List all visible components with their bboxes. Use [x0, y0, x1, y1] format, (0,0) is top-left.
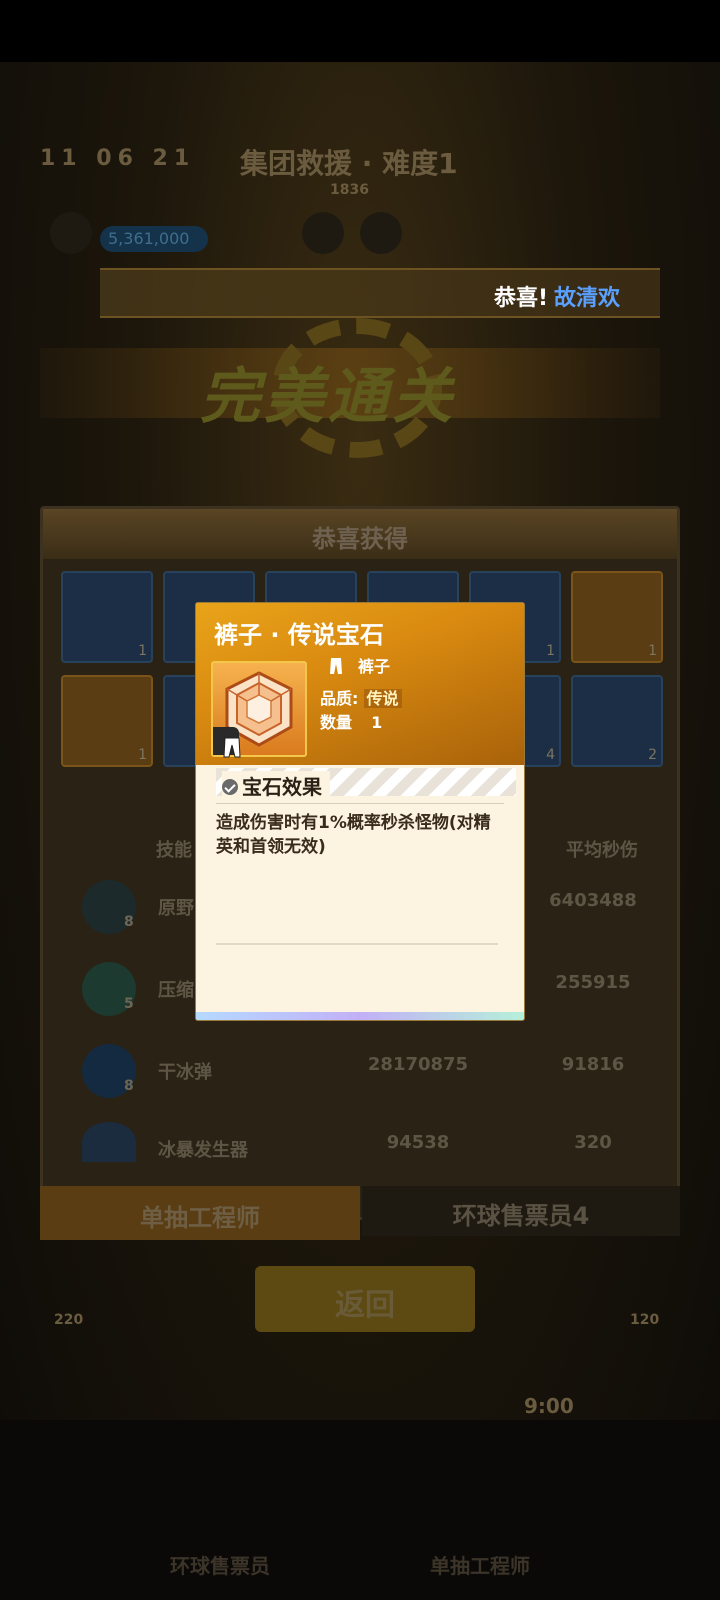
reward-item[interactable]: 1 — [61, 675, 153, 767]
quantity-label: 数量 — [320, 713, 353, 732]
pants-icon — [330, 658, 342, 674]
gem-detail-popup: 裤子 · 传说宝石 裤子 品质: 传说 数量 1 宝石效果 造成伤害时有1%概率… — [196, 603, 524, 1020]
effect-title-text: 宝石效果 — [242, 775, 322, 799]
popup-header: 裤子 · 传说宝石 裤子 品质: 传说 数量 1 — [196, 603, 524, 765]
level-title: 集团救援 · 难度1 — [240, 147, 458, 180]
tab-ticket-seller[interactable]: 环球售票员4 — [362, 1186, 680, 1236]
reward-item[interactable]: 1 — [571, 571, 663, 663]
quality-value: 传说 — [363, 689, 402, 708]
popup-footer-accent — [196, 1012, 524, 1020]
tab-engineer[interactable]: 单抽工程师 — [40, 1186, 360, 1240]
effect-title: 宝石效果 — [222, 771, 330, 800]
congrats-message: 恭喜! 故清欢 — [494, 280, 620, 312]
reward-item[interactable]: 2 — [571, 675, 663, 767]
right-side-value: 120 — [630, 1312, 660, 1328]
reward-panel-header: 恭喜获得 — [43, 509, 677, 559]
status-bar — [0, 0, 720, 62]
congrats-prefix: 恭喜! — [493, 286, 548, 311]
congrats-banner: 恭喜! 故清欢 — [100, 268, 660, 318]
divider — [216, 803, 504, 804]
level-header: 11 06 21 集团救援 · 难度1 — [40, 140, 640, 180]
character-icon — [360, 212, 402, 254]
perfect-clear-banner: 完美通关 — [200, 362, 456, 432]
back-button[interactable]: 返回 — [255, 1266, 475, 1332]
divider — [216, 943, 498, 945]
bottom-timer: 9:00 — [524, 1394, 574, 1418]
slot-value: 裤子 — [358, 657, 391, 676]
slot-row: 裤子 — [320, 653, 390, 677]
left-side-value: 220 — [54, 1312, 84, 1328]
skill-icon — [82, 1122, 136, 1162]
popup-title: 裤子 · 传说宝石 — [214, 621, 384, 649]
table-row: 8 干冰弹 28170875 91816 — [78, 1040, 668, 1118]
reward-item[interactable]: 1 — [61, 571, 153, 663]
quality-label: 品质: — [320, 689, 359, 708]
player-name: 故清欢 — [553, 286, 620, 311]
table-row: 冰暴发生器 94538 320 — [78, 1118, 668, 1196]
quality-row: 品质: 传说 — [320, 685, 402, 709]
player-avatar-icon — [50, 212, 92, 254]
bottom-character-bar — [0, 1420, 720, 1600]
skill-icon — [302, 212, 344, 254]
bottom-char-right[interactable]: 单抽工程师 — [430, 1550, 530, 1579]
dps-column-header: 平均秒伤 — [566, 840, 638, 861]
coin-counter: 5,361,000 — [100, 226, 208, 252]
check-icon — [222, 779, 238, 795]
quantity-row: 数量 1 — [320, 709, 382, 733]
bottom-char-left[interactable]: 环球售票员 — [170, 1550, 270, 1579]
gem-item-frame — [211, 661, 307, 758]
quantity-value: 1 — [371, 713, 383, 732]
skill-column-header: 技能 — [156, 840, 192, 861]
reward-panel-title: 恭喜获得 — [312, 525, 408, 553]
hud-timer: 11 06 21 — [40, 146, 196, 171]
level-subtitle: 1836 — [330, 182, 369, 198]
pants-slot-badge-icon — [213, 727, 241, 758]
effect-description: 造成伤害时有1%概率秒杀怪物(对精英和首领无效) — [216, 813, 491, 857]
